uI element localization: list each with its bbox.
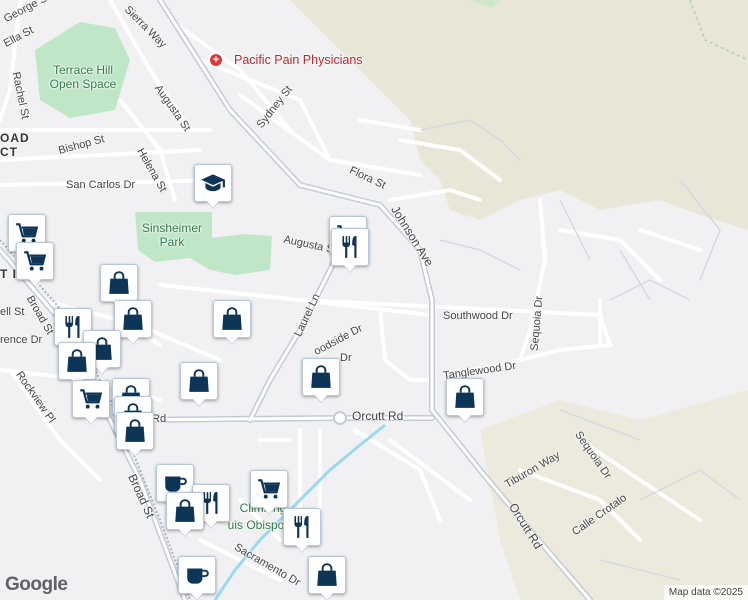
map-data-attribution[interactable]: Map data ©2025 [663, 585, 748, 600]
shopping-bag-pin-icon[interactable] [302, 358, 340, 396]
shopping-cart-pin-icon[interactable] [16, 242, 54, 280]
street-label: ell St [0, 306, 25, 318]
restaurant-pin-icon[interactable] [331, 228, 369, 266]
shopping-bag-pin-icon[interactable] [180, 362, 218, 400]
shopping-bag-pin-icon[interactable] [308, 556, 346, 594]
terrace-hill-label: Terrace Hill Open Space [49, 63, 117, 91]
street-label: Rd [152, 413, 167, 425]
shopping-cart-pin-icon[interactable] [250, 470, 288, 508]
shopping-bag-pin-icon[interactable] [116, 412, 154, 450]
shopping-cart-pin-icon[interactable] [72, 380, 110, 418]
street-label: San Carlos Dr [66, 179, 136, 191]
school-pin-icon[interactable] [194, 164, 232, 202]
shopping-bag-pin-icon[interactable] [166, 492, 204, 530]
shopping-bag-pin-icon[interactable] [213, 300, 251, 338]
street-label: Southwood Dr [443, 310, 513, 322]
shopping-bag-pin-icon[interactable] [100, 264, 138, 302]
street-label: Orcutt Rd [352, 409, 404, 423]
restaurant-pin-icon[interactable] [283, 508, 321, 546]
hill-terrain [290, 0, 748, 230]
medical-poi-icon[interactable]: + [208, 52, 224, 68]
shopping-bag-pin-icon[interactable] [446, 378, 484, 416]
google-logo: Google [5, 574, 68, 595]
hill-terrain-lower [480, 390, 748, 600]
street-label: rence Dr [0, 334, 43, 346]
sinsheimer-park-label: Sinsheimer Park [141, 221, 203, 249]
coffee-pin-icon[interactable] [178, 556, 216, 594]
poi-label[interactable]: Pacific Pain Physicians [234, 54, 363, 67]
roundabout [333, 411, 347, 425]
district-label: CT [0, 145, 18, 159]
street-label: Dr [340, 352, 352, 364]
shopping-bag-pin-icon[interactable] [58, 342, 96, 380]
district-label: OAD [0, 131, 30, 145]
